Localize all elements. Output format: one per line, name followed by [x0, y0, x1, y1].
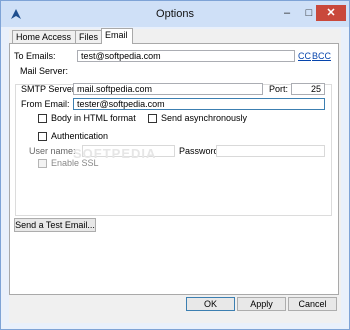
to-emails-label: To Emails: [14, 51, 56, 61]
html-format-checkbox[interactable] [38, 114, 47, 123]
smtp-server-label: SMTP Server: [21, 84, 78, 94]
email-tab-panel: To Emails: test@softpedia.com CC BCC Mai… [9, 43, 339, 295]
cc-link[interactable]: CC [298, 51, 311, 61]
minimize-button[interactable]: – [277, 5, 297, 21]
ok-button[interactable]: OK [186, 297, 235, 311]
password-label: Password: [179, 146, 222, 156]
enable-ssl-checkbox[interactable] [38, 159, 47, 168]
authentication-label: Authentication [51, 131, 109, 141]
dialog-body: Home Access Files Email To Emails: test@… [9, 28, 341, 323]
send-async-label: Send asynchronously [161, 113, 248, 123]
user-name-label: User name: [29, 146, 76, 156]
bcc-link[interactable]: BCC [312, 51, 331, 61]
to-emails-field[interactable]: test@softpedia.com [77, 50, 295, 62]
mail-server-label: Mail Server: [20, 66, 69, 76]
port-label: Port: [269, 84, 289, 94]
close-button[interactable]: ✕ [316, 5, 346, 21]
html-format-label: Body in HTML format [51, 113, 136, 123]
tab-home-access[interactable]: Home Access [12, 30, 76, 43]
from-email-field[interactable]: tester@softpedia.com [73, 98, 325, 110]
port-field[interactable]: 25 [291, 83, 325, 95]
mail-server-group: SMTP Server: mail.softpedia.com Port: 25… [15, 83, 332, 216]
authentication-checkbox[interactable] [38, 132, 47, 141]
send-test-email-button[interactable]: Send a Test Email... [14, 218, 96, 232]
tab-email[interactable]: Email [101, 28, 133, 44]
smtp-server-field[interactable]: mail.softpedia.com [73, 83, 263, 95]
password-field[interactable] [216, 145, 325, 157]
cancel-button[interactable]: Cancel [288, 297, 337, 311]
from-email-label: From Email: [21, 99, 70, 109]
tab-files[interactable]: Files [75, 30, 102, 43]
title-bar[interactable]: Options – □ ✕ [1, 1, 349, 27]
apply-button[interactable]: Apply [237, 297, 286, 311]
send-async-checkbox[interactable] [148, 114, 157, 123]
softpedia-watermark: SOFTPEDIA [73, 146, 157, 161]
options-window: Options – □ ✕ Home Access Files Email To… [0, 0, 350, 330]
